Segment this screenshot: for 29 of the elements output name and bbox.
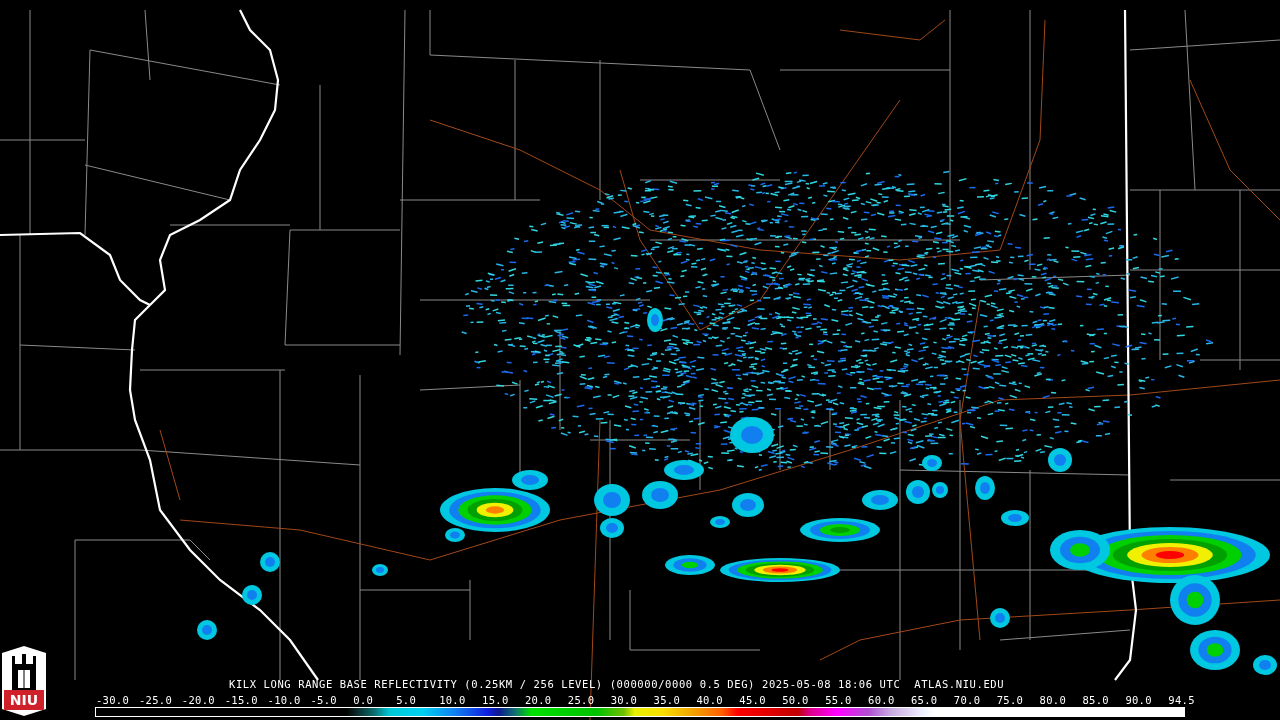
scale-tick-label: 55.0 bbox=[825, 695, 853, 706]
scale-tick-label: 5.0 bbox=[396, 695, 418, 706]
scale-tick-label: -5.0 bbox=[310, 695, 338, 706]
scale-tick-label: 10.0 bbox=[439, 695, 467, 706]
scale-tick-label: 45.0 bbox=[739, 695, 767, 706]
scale-tick-label: 40.0 bbox=[696, 695, 724, 706]
scale-tick-label: 20.0 bbox=[524, 695, 553, 706]
scale-tick-label: 75.0 bbox=[996, 695, 1025, 706]
scale-tick-label: 30.0 bbox=[610, 695, 639, 706]
scale-tick-label: 70.0 bbox=[953, 695, 982, 706]
scale-tick-label: 90.0 bbox=[1125, 695, 1153, 706]
scale-tick-label: 0.0 bbox=[353, 695, 375, 706]
tower-icon bbox=[9, 654, 39, 690]
scale-tick-label: 85.0 bbox=[1082, 695, 1110, 706]
scale-tick-label: -25.0 bbox=[138, 695, 173, 706]
product-caption: KILX LONG RANGE BASE REFLECTIVITY (0.25KM / 256 LEVEL) (000000/0000 0.5 DEG) 2025-05-08 18:06 UTC ATLAS.NIU.EDU bbox=[229, 678, 1005, 690]
scale-tick-label: -15.0 bbox=[224, 695, 259, 706]
scale-tick-label: -30.0 bbox=[96, 695, 131, 706]
scale-tick-label: 15.0 bbox=[482, 695, 510, 706]
scale-tick-label: 94.5 bbox=[1168, 695, 1196, 706]
scale-tick-label: 80.0 bbox=[1039, 695, 1068, 706]
scale-tick-label: 35.0 bbox=[653, 695, 682, 706]
scale-tick-label: 25.0 bbox=[567, 695, 596, 706]
logo-text: NIU bbox=[4, 690, 44, 710]
scale-tick-label: 60.0 bbox=[868, 695, 896, 706]
scale-tick-label: 65.0 bbox=[910, 695, 939, 706]
scale-tick-label: -10.0 bbox=[267, 695, 302, 706]
scale-tick-label: 50.0 bbox=[782, 695, 810, 706]
scale-tick-label: -20.0 bbox=[181, 695, 216, 706]
